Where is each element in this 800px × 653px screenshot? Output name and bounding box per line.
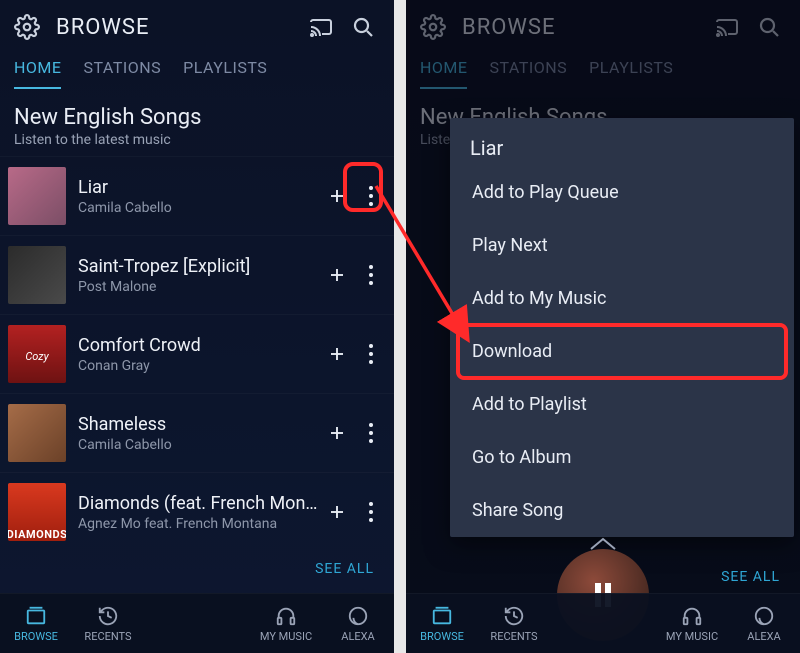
song-title: Shameless [78,414,320,435]
menu-item-go-album[interactable]: Go to Album [450,431,794,484]
album-art [8,483,66,541]
top-bar: BROWSE [0,0,394,54]
album-art [8,325,66,383]
add-button[interactable] [320,171,354,221]
song-title: Saint-Tropez [Explicit] [78,256,320,277]
see-all-link[interactable]: SEE ALL [701,559,800,589]
alexa-icon [753,605,775,627]
history-icon [503,605,525,627]
song-artist: Agnez Mo feat. French Montana [78,516,320,532]
menu-item-label: Download [472,341,552,362]
bottom-nav-label: BROWSE [14,630,58,643]
bottom-nav-label: MY MUSIC [260,630,312,643]
album-art [8,167,66,225]
headphones-icon [275,605,297,627]
tab-stations[interactable]: STATIONS [83,58,161,89]
song-title: Diamonds (feat. French Montana) [78,493,320,514]
more-button[interactable] [354,408,388,458]
section-subtitle: Listen to the latest music [14,132,380,148]
song-artist: Conan Gray [78,358,320,374]
add-button[interactable] [320,408,354,458]
browse-tabs: HOME STATIONS PLAYLISTS [0,58,394,89]
bottom-nav-browse[interactable]: BROWSE [0,605,72,643]
song-title: Liar [78,177,320,198]
more-icon [369,502,373,522]
album-art [8,404,66,462]
bottom-nav-mymusic[interactable]: MY MUSIC [250,605,322,643]
tab-home[interactable]: HOME [14,58,61,89]
bottom-nav-recents[interactable]: RECENTS [72,605,144,643]
alexa-icon [347,605,369,627]
song-title: Comfort Crowd [78,335,320,356]
tab-playlists[interactable]: PLAYLISTS [183,58,267,89]
see-all-link[interactable]: SEE ALL [0,551,394,581]
bottom-nav-label: BROWSE [420,630,464,643]
menu-item-share[interactable]: Share Song [450,484,794,537]
add-button[interactable] [320,487,354,537]
context-menu-title: Liar [450,118,794,166]
song-artist: Post Malone [78,279,320,295]
bottom-nav: BROWSE RECENTS MY MUSIC ALEXA [406,593,800,653]
song-context-menu: Liar Add to Play Queue Play Next Add to … [450,118,794,537]
browse-icon [431,605,453,627]
history-icon [97,605,119,627]
bottom-nav-label: RECENTS [84,630,131,643]
song-row[interactable]: Diamonds (feat. French Montana) Agnez Mo… [0,472,394,551]
more-icon [369,344,373,364]
more-button[interactable] [354,171,388,221]
bottom-nav-mymusic[interactable]: MY MUSIC [656,605,728,643]
section-title: New English Songs [14,105,380,130]
more-button[interactable] [354,487,388,537]
phone-context-menu-screen: BROWSE HOME STATIONS PLAYLISTS New Engli… [406,0,800,653]
search-icon[interactable] [342,6,384,48]
bottom-nav-browse[interactable]: BROWSE [406,605,478,643]
bottom-nav-label: ALEXA [341,630,374,643]
menu-item-add-queue[interactable]: Add to Play Queue [450,166,794,219]
song-row[interactable]: Comfort Crowd Conan Gray [0,314,394,393]
page-title: BROWSE [56,15,300,40]
add-button[interactable] [320,329,354,379]
add-button[interactable] [320,250,354,300]
more-icon [369,423,373,443]
menu-item-add-mymusic[interactable]: Add to My Music [450,272,794,325]
more-icon [369,186,373,206]
bottom-nav-label: MY MUSIC [666,630,718,643]
menu-item-download[interactable]: Download [450,325,794,378]
song-row[interactable]: Shameless Camila Cabello [0,393,394,472]
bottom-nav-label: ALEXA [747,630,780,643]
phone-browse-screen: BROWSE HOME STATIONS PLAYLISTS New Engli… [0,0,394,653]
album-art [8,246,66,304]
song-artist: Camila Cabello [78,437,320,453]
song-list: Liar Camila Cabello Saint-Tropez [Explic… [0,156,394,551]
headphones-icon [681,605,703,627]
browse-icon [25,605,47,627]
cast-icon[interactable] [300,6,342,48]
bottom-nav-alexa[interactable]: ALEXA [728,605,800,643]
more-button[interactable] [354,250,388,300]
bottom-nav-recents[interactable]: RECENTS [478,605,550,643]
song-row[interactable]: Saint-Tropez [Explicit] Post Malone [0,235,394,314]
bottom-nav: BROWSE RECENTS MY MUSIC ALEXA [0,593,394,653]
song-artist: Camila Cabello [78,200,320,216]
section-header: New English Songs Listen to the latest m… [0,89,394,156]
more-icon [369,265,373,285]
menu-item-add-playlist[interactable]: Add to Playlist [450,378,794,431]
more-button[interactable] [354,329,388,379]
bottom-nav-label: RECENTS [490,630,537,643]
bottom-nav-alexa[interactable]: ALEXA [322,605,394,643]
menu-item-play-next[interactable]: Play Next [450,219,794,272]
gear-icon[interactable] [6,6,48,48]
song-row[interactable]: Liar Camila Cabello [0,156,394,235]
